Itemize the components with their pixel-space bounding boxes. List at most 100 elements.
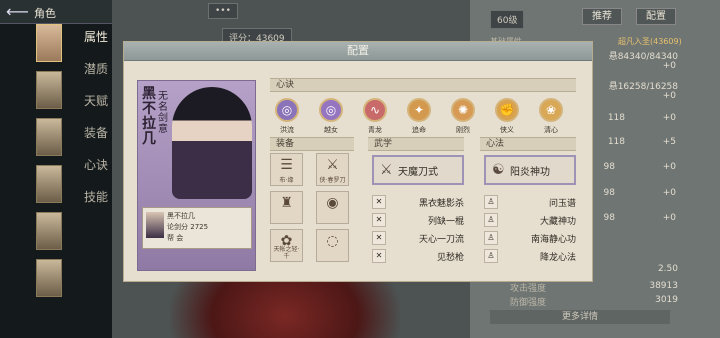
martial-row[interactable]: ✕ 见愁枪 [372,249,464,263]
tab-skills[interactable]: 技能 [84,188,108,220]
stat-value: 118 [607,113,625,123]
equip-slot[interactable]: ✿ 天帐之轻·千 [270,229,303,262]
fire-icon: ✺ [451,98,475,122]
tab-equipment[interactable]: 装备 [84,124,108,156]
skill-label: 清心 [544,126,558,134]
attack-value: 38913 [649,281,678,291]
skill-label: 追命 [412,126,426,134]
stat-value: 98 [603,188,615,198]
defense-label: 防御强度 [510,298,547,308]
portrait-item[interactable] [36,259,62,297]
martial-row[interactable]: ✕ 天心一刀流 [372,231,464,245]
skill-label: 青龙 [368,126,382,134]
skill-slot[interactable]: ∿ 青龙 [358,98,392,135]
pose-icon: ♙ [484,231,498,245]
inner-row[interactable]: ♙ 南海静心功 [484,231,576,245]
stat-value: 98 [603,213,615,223]
score-value: 2725 [190,223,209,231]
tab-potential[interactable]: 潜质 [84,60,108,92]
defense-value: 3019 [655,295,678,305]
tab-talent[interactable]: 天赋 [84,92,108,124]
martial-row[interactable]: ✕ 黑衣魅影杀 [372,195,464,209]
skill-slot[interactable]: ✺ 刚烈 [446,98,480,135]
pose-icon: ♙ [484,249,498,263]
top-bar: ⟵ 角色 [0,0,112,24]
side-tabs: 属性 潜质 天赋 装备 心诀 技能 [84,28,108,220]
tab-attributes[interactable]: 属性 [84,28,108,60]
skill-slot[interactable]: ◎ 越女 [314,98,348,135]
config-button[interactable]: 配置 [636,8,676,25]
config-modal: 配置 黑不拉几 无名剑意 黑不拉几 论剑分 2725 帮 会 心诀 ◎ 洪流 ◎ 越… [123,41,593,282]
portrait-item[interactable] [36,165,62,203]
skill-label: 洪流 [280,126,294,134]
skill-label: 越女 [324,126,338,134]
mini-avatar [146,212,164,238]
main-martial-art[interactable]: ⚔ 天魔刀式 [372,155,464,185]
xinjue-header: 心诀 [270,78,576,92]
pose-icon: ♙ [484,213,498,227]
skill-slot[interactable]: ❀ 清心 [534,98,568,135]
tab-xinjue[interactable]: 心诀 [84,156,108,188]
skill-slot[interactable]: ✊ 侠义 [490,98,524,135]
stat-bonus: +0 [662,162,676,172]
inner-row[interactable]: ♙ 问玉谱 [484,195,576,209]
equip-slot[interactable]: ◌ [316,229,349,262]
inner-row[interactable]: ♙ 降龙心法 [484,249,576,263]
more-details-button[interactable]: 更多详情 [490,310,670,324]
stat-bonus: +5 [662,137,676,147]
pose-icon: ♙ [484,195,498,209]
move-icon: ✕ [372,213,386,227]
more-button[interactable]: ••• [208,3,238,19]
attack-label: 攻击强度 [510,284,547,294]
mp-bonus: +0 [662,91,676,101]
wuxue-header: 武学 [368,137,464,151]
martial-row[interactable]: ✕ 列缺一棍 [372,213,464,227]
inner-row[interactable]: ♙ 大藏神功 [484,213,576,227]
stat-value: 118 [607,137,625,147]
realm-label: 超凡入圣(43609) [618,37,682,46]
chase-icon: ✦ [407,98,431,122]
swirl-icon: ◎ [319,98,343,122]
stat-bonus: +0 [662,113,676,123]
hp-bonus: +0 [662,61,676,71]
back-arrow-icon[interactable]: ⟵ [6,2,29,21]
portrait-item[interactable] [36,212,62,250]
card-subtitle: 无名剑意 [158,91,168,135]
move-icon: ✕ [372,231,386,245]
info-team: 帮 会 [167,234,184,242]
recommend-button[interactable]: 推荐 [582,8,622,25]
portrait-item[interactable] [36,71,62,109]
xinfa-header: 心法 [480,137,576,151]
level-badge: 60级 [490,10,525,29]
move-icon: ✕ [372,249,386,263]
kungfu-figure-icon: ☯ [492,162,505,178]
card-name: 黑不拉几 [142,86,156,147]
skill-slot[interactable]: ✦ 追命 [402,98,436,135]
skill-slot[interactable]: ◎ 洪流 [270,98,304,135]
portrait-list [36,24,62,306]
equip-slot[interactable]: ☰ 布·缘 [270,153,303,186]
character-portrait [172,87,252,199]
card-info: 黑不拉几 论剑分 2725 帮 会 [142,207,252,249]
skill-label: 侠义 [500,126,514,134]
equip-slot[interactable]: ⚔ 侠·春罗刀 [316,153,349,186]
crit-value: 2.50 [657,264,678,274]
dragon-icon: ∿ [363,98,387,122]
page-title: 角色 [34,7,56,20]
score-label: 论剑分 [167,223,188,231]
equip-header: 装备 [270,137,354,151]
character-card: 黑不拉几 无名剑意 黑不拉几 论剑分 2725 帮 会 [137,80,256,271]
stat-bonus: +0 [662,188,676,198]
portrait-item[interactable] [36,118,62,156]
fist-icon: ✊ [495,98,519,122]
skill-label: 刚烈 [456,126,470,134]
move-icon: ✕ [372,195,386,209]
portrait-item[interactable] [36,24,62,62]
swirl-icon: ◎ [275,98,299,122]
equip-slot[interactable]: ◉ [316,191,349,224]
equip-slot[interactable]: ♜ [270,191,303,224]
lotus-icon: ❀ [539,98,563,122]
main-inner-art[interactable]: ☯ 阳炎神功 [484,155,576,185]
modal-title: 配置 [124,42,592,61]
sword-figure-icon: ⚔ [380,162,393,178]
